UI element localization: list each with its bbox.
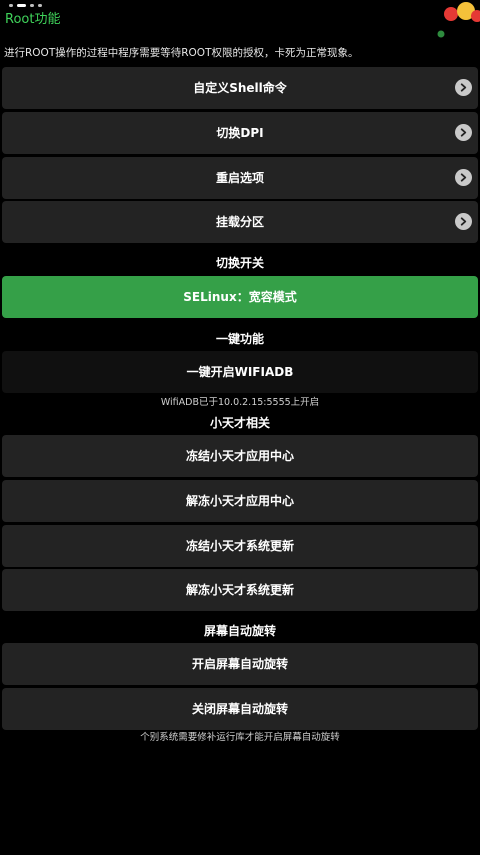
- rotation-section-title: 屏幕自动旋转: [203, 624, 276, 638]
- unfreeze-app-center-label: 解冻小天才应用中心: [185, 494, 294, 508]
- freeze-app-center-label: 冻结小天才应用中心: [185, 449, 294, 463]
- mount-partition-button[interactable]: 挂载分区: [2, 201, 478, 243]
- enable-auto-rotate-label: 开启屏幕自动旋转: [191, 657, 288, 671]
- enable-auto-rotate-button[interactable]: 开启屏幕自动旋转: [2, 643, 478, 685]
- switch-dpi-button[interactable]: 切换DPI: [2, 112, 478, 154]
- unfreeze-app-center-button[interactable]: 解冻小天才应用中心: [2, 480, 478, 522]
- page-dot-active: [17, 4, 26, 7]
- custom-shell-button[interactable]: 自定义Shell命令: [2, 67, 478, 109]
- chevron-right-icon: [455, 79, 472, 96]
- root-notice-text: 进行ROOT操作的过程中程序需要等待ROOT权限的授权，卡死为正常现象。: [4, 47, 359, 59]
- switch-dpi-label: 切换DPI: [216, 126, 264, 140]
- switch-section-title: 切换开关: [215, 256, 264, 270]
- selinux-toggle-button[interactable]: SELinux：宽容模式: [2, 276, 478, 318]
- page-dot: [9, 4, 13, 7]
- reboot-options-label: 重启选项: [215, 171, 264, 185]
- page-dot: [38, 4, 42, 7]
- rotation-note-text: 个别系统需要修补运行库才能开启屏幕自动旋转: [140, 732, 340, 743]
- reboot-options-button[interactable]: 重启选项: [2, 157, 478, 199]
- page-title: Root功能: [5, 12, 61, 27]
- chevron-right-icon: [455, 169, 472, 186]
- decorative-bubbles-icon: [437, 2, 480, 38]
- disable-auto-rotate-button[interactable]: 关闭屏幕自动旋转: [2, 688, 478, 730]
- enable-wifi-adb-label: 一键开启WIFIADB: [186, 365, 294, 379]
- wifi-adb-status-text: WifiADB已于10.0.2.15:5555上开启: [160, 397, 320, 408]
- chevron-right-icon: [455, 213, 472, 230]
- custom-shell-label: 自定义Shell命令: [193, 81, 287, 95]
- chevron-right-icon: [455, 124, 472, 141]
- selinux-toggle-label: SELinux：宽容模式: [183, 290, 297, 304]
- genius-section-title: 小天才相关: [209, 416, 270, 430]
- one-key-section-title: 一键功能: [215, 332, 264, 346]
- mount-partition-label: 挂载分区: [215, 215, 264, 229]
- disable-auto-rotate-label: 关闭屏幕自动旋转: [191, 702, 288, 716]
- page-indicator: [9, 4, 42, 7]
- unfreeze-system-update-button[interactable]: 解冻小天才系统更新: [2, 569, 478, 611]
- unfreeze-system-update-label: 解冻小天才系统更新: [185, 583, 294, 597]
- freeze-system-update-label: 冻结小天才系统更新: [185, 539, 294, 553]
- page-dot: [30, 4, 34, 7]
- enable-wifi-adb-button[interactable]: 一键开启WIFIADB: [2, 351, 478, 393]
- freeze-app-center-button[interactable]: 冻结小天才应用中心: [2, 435, 478, 477]
- freeze-system-update-button[interactable]: 冻结小天才系统更新: [2, 525, 478, 567]
